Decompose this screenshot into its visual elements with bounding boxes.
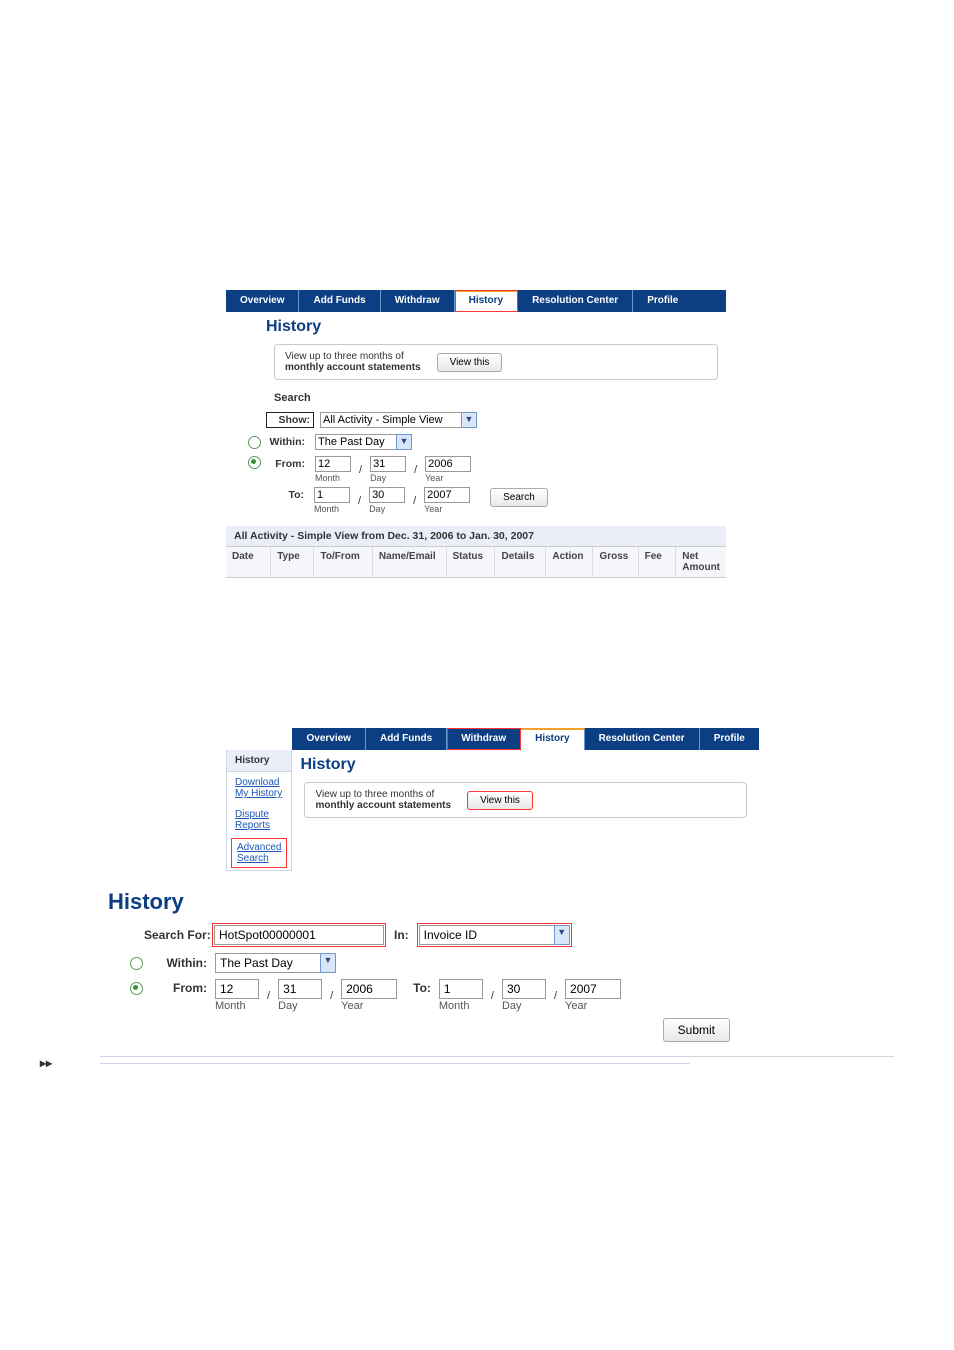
col-type: Type <box>271 547 314 577</box>
link-advanced-search[interactable]: Advanced Search <box>231 838 287 868</box>
chevron-down-icon[interactable]: ▼ <box>320 953 336 973</box>
within-label: Within: <box>267 436 309 448</box>
adv-from-year-sublabel: Year <box>341 1000 397 1012</box>
within-select-value[interactable] <box>315 434 396 450</box>
results-header-row: Date Type To/From Name/Email Status Deta… <box>226 546 726 578</box>
tab-overview[interactable]: Overview <box>292 728 365 750</box>
show-select-value[interactable] <box>320 412 461 428</box>
adv-from-day-sublabel: Day <box>278 1000 322 1012</box>
in-select-value[interactable] <box>419 925 554 945</box>
to-day-sublabel: Day <box>369 504 405 514</box>
tabbar: Overview Add Funds Withdraw History Reso… <box>226 290 726 312</box>
adv-to-label: To: <box>405 979 431 995</box>
adv-within-label: Within: <box>151 956 207 970</box>
link-download-history[interactable]: Download My History <box>227 772 291 804</box>
statements-bar-2: View up to three months of monthly accou… <box>304 782 746 818</box>
tab-resolution-center[interactable]: Resolution Center <box>518 290 633 312</box>
from-month-sublabel: Month <box>315 473 351 483</box>
chevron-down-icon[interactable]: ▼ <box>554 925 570 945</box>
statements-text-2: View up to three months of monthly accou… <box>315 789 451 811</box>
view-statements-button[interactable]: View this <box>437 353 503 372</box>
chevron-down-icon[interactable]: ▼ <box>461 412 477 428</box>
in-select[interactable]: ▼ <box>419 925 570 945</box>
results-title: All Activity - Simple View from Dec. 31,… <box>226 526 726 546</box>
to-year-input[interactable] <box>424 487 470 503</box>
in-label: In: <box>394 928 409 942</box>
tab-add-funds[interactable]: Add Funds <box>366 728 447 750</box>
to-year-sublabel: Year <box>424 504 470 514</box>
within-radio[interactable] <box>248 436 261 449</box>
search-for-input[interactable] <box>214 925 384 945</box>
search-for-label: Search For: <box>144 929 204 941</box>
adv-from-month[interactable] <box>215 979 259 999</box>
tab-overview[interactable]: Overview <box>226 290 299 312</box>
from-year-input[interactable] <box>425 456 471 472</box>
left-menu-header: History <box>227 750 291 772</box>
to-day-input[interactable] <box>369 487 405 503</box>
adv-from-month-sublabel: Month <box>215 1000 259 1012</box>
tabbar-2: Overview Add Funds Withdraw History Reso… <box>292 728 758 750</box>
chevron-down-icon[interactable]: ▼ <box>396 434 412 450</box>
page-title-3: History <box>108 889 740 915</box>
link-dispute-reports[interactable]: Dispute Reports <box>227 804 291 836</box>
from-radio[interactable] <box>248 456 261 469</box>
adv-within-value[interactable] <box>215 953 320 973</box>
col-fee: Fee <box>639 547 677 577</box>
col-status: Status <box>447 547 496 577</box>
tab-history[interactable]: History <box>521 728 584 750</box>
view-statements-button-2[interactable]: View this <box>467 791 533 810</box>
adv-to-month-sublabel: Month <box>439 1000 483 1012</box>
to-label: To: <box>266 487 308 501</box>
search-section-title: Search <box>274 392 726 404</box>
from-day-input[interactable] <box>370 456 406 472</box>
adv-to-day-sublabel: Day <box>502 1000 546 1012</box>
adv-within-select[interactable]: ▼ <box>215 953 336 973</box>
statements-bar: View up to three months of monthly accou… <box>274 344 718 380</box>
adv-from-day[interactable] <box>278 979 322 999</box>
to-month-sublabel: Month <box>314 504 350 514</box>
show-label: Show: <box>266 412 314 428</box>
tab-add-funds[interactable]: Add Funds <box>299 290 380 312</box>
search-for-outline <box>212 923 386 947</box>
tab-resolution-center[interactable]: Resolution Center <box>585 728 700 750</box>
from-label: From: <box>267 456 309 470</box>
adv-within-radio[interactable] <box>130 957 143 970</box>
adv-to-year[interactable] <box>565 979 621 999</box>
tab-withdraw[interactable]: Withdraw <box>381 290 455 312</box>
show-select[interactable]: ▼ <box>320 412 477 428</box>
adv-from-label: From: <box>151 979 207 995</box>
adv-to-month[interactable] <box>439 979 483 999</box>
tab-profile[interactable]: Profile <box>633 290 692 312</box>
from-day-sublabel: Day <box>370 473 406 483</box>
search-button[interactable]: Search <box>490 488 548 507</box>
from-year-sublabel: Year <box>425 473 471 483</box>
col-netamount: Net Amount <box>676 547 726 577</box>
tab-profile[interactable]: Profile <box>700 728 759 750</box>
adv-to-year-sublabel: Year <box>565 1000 621 1012</box>
page-title: History <box>266 318 726 336</box>
col-details: Details <box>495 547 546 577</box>
statements-text: View up to three months of monthly accou… <box>285 351 421 373</box>
page-title-2: History <box>300 756 758 774</box>
adv-from-year[interactable] <box>341 979 397 999</box>
in-select-outline: ▼ <box>417 923 572 947</box>
col-date: Date <box>226 547 271 577</box>
tab-withdraw[interactable]: Withdraw <box>447 728 521 750</box>
submit-button[interactable]: Submit <box>663 1018 730 1042</box>
adv-from-radio[interactable] <box>130 982 143 995</box>
to-month-input[interactable] <box>314 487 350 503</box>
from-month-input[interactable] <box>315 456 351 472</box>
col-gross: Gross <box>593 547 638 577</box>
left-menu: History Download My History Dispute Repo… <box>226 750 292 871</box>
col-nameemail: Name/Email <box>373 547 447 577</box>
expand-icon[interactable]: ▸▸ <box>38 1056 54 1070</box>
within-select[interactable]: ▼ <box>315 434 412 450</box>
col-action: Action <box>546 547 593 577</box>
col-tofrom: To/From <box>314 547 372 577</box>
tab-history[interactable]: History <box>455 290 518 312</box>
adv-to-day[interactable] <box>502 979 546 999</box>
